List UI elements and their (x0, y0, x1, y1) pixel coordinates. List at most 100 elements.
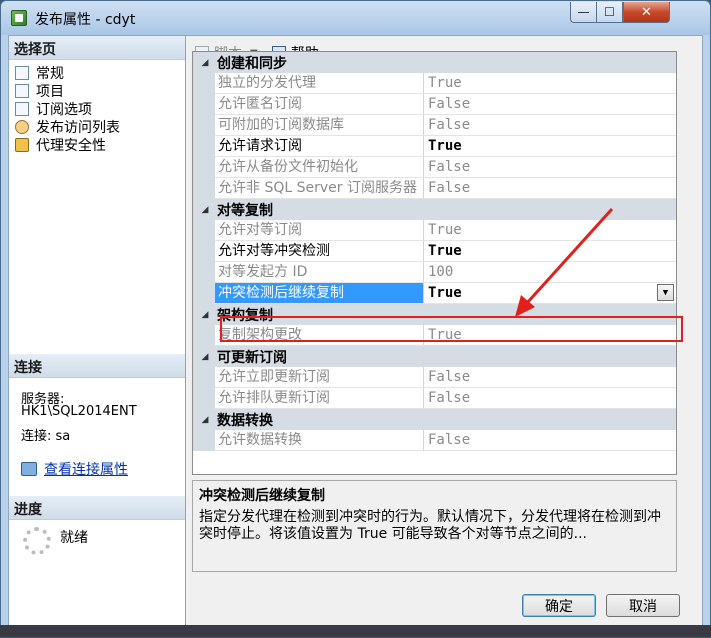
property-row[interactable]: 独立的分发代理 True (215, 73, 676, 94)
left-pane: 选择页 常规 项目 订阅选项 发布访问列表 代理安全性 连接 服务器: HK1\… (9, 36, 186, 625)
property-value-text: False (428, 432, 471, 448)
property-value: False (424, 178, 676, 198)
property-value-text: True (428, 138, 462, 154)
property-name: 允许请求订阅 (215, 136, 424, 156)
property-row[interactable]: 对等发起方 ID 100 (215, 262, 676, 283)
property-row[interactable]: 允许匿名订阅 False (215, 94, 676, 115)
category-name: 数据转换 (217, 412, 273, 429)
page-item-subscription-options[interactable]: 订阅选项 (15, 100, 92, 118)
page-item-access-list[interactable]: 发布访问列表 (15, 118, 120, 136)
property-name: 允许非 SQL Server 订阅服务器 (215, 178, 424, 198)
people-icon (15, 120, 29, 134)
property-value: True (424, 241, 676, 261)
category-row[interactable]: ◢ 可更新订阅 (193, 346, 676, 367)
minimize-button[interactable]: — (570, 2, 597, 23)
category-row[interactable]: ◢ 架构复制 (193, 304, 676, 325)
view-connection-properties-link[interactable]: 查看连接属性 (21, 459, 128, 479)
property-value: False (424, 94, 676, 114)
ok-button[interactable]: 确定 (522, 594, 596, 617)
collapse-icon[interactable]: ◢ (193, 58, 217, 68)
progress-status: 就绪 (60, 530, 88, 546)
property-value: True (424, 220, 676, 240)
property-name: 允许数据转换 (215, 430, 424, 450)
property-row[interactable]: 允许请求订阅 True (215, 136, 676, 157)
property-row[interactable]: 允许非 SQL Server 订阅服务器 False (215, 178, 676, 199)
link-label: 查看连接属性 (44, 462, 128, 478)
property-value-text: True (428, 243, 462, 259)
property-name: 对等发起方 ID (215, 262, 424, 282)
collapse-icon[interactable]: ◢ (193, 352, 217, 362)
property-name: 允许对等订阅 (215, 220, 424, 240)
property-value-text: True (428, 75, 462, 91)
category-row[interactable]: ◢ 创建和同步 (193, 52, 676, 73)
description-panel: 冲突检测后继续复制 指定分发代理在检测到冲突时的行为。默认情况下，分发代理将在检… (192, 480, 677, 572)
property-row[interactable]: 允许数据转换 False (215, 430, 676, 451)
page-label: 代理安全性 (36, 138, 106, 154)
property-name: 允许匿名订阅 (215, 94, 424, 114)
connection-properties-icon (21, 462, 37, 476)
property-value-text: False (428, 369, 471, 385)
page-icon (15, 102, 29, 116)
maximize-button[interactable]: ☐ (596, 2, 623, 23)
property-value-text: False (428, 390, 471, 406)
collapse-icon[interactable]: ◢ (193, 415, 217, 425)
page-item-articles[interactable]: 项目 (15, 82, 64, 100)
category-name: 架构复制 (217, 307, 273, 324)
cancel-button[interactable]: 取消 (606, 594, 680, 617)
property-row[interactable]: 可附加的订阅数据库 False (215, 115, 676, 136)
category-gutter (193, 73, 215, 199)
value-dropdown-icon[interactable]: ▼ (657, 284, 674, 301)
property-value-text: True (428, 285, 462, 301)
progress-header: 进度 (9, 496, 185, 520)
property-value: True (424, 73, 676, 93)
page-item-general[interactable]: 常规 (15, 64, 64, 82)
publication-icon (11, 10, 27, 26)
property-name: 允许立即更新订阅 (215, 367, 424, 387)
property-row[interactable]: 允许对等订阅 True (215, 220, 676, 241)
property-name: 可附加的订阅数据库 (215, 115, 424, 135)
property-row[interactable]: 允许立即更新订阅 False (215, 367, 676, 388)
property-value-text: True (428, 327, 462, 343)
property-value: True (424, 325, 676, 345)
property-value-text: False (428, 159, 471, 175)
property-value[interactable]: True ▼ (424, 283, 676, 303)
page-label: 项目 (36, 84, 64, 100)
category-gutter (193, 220, 215, 304)
lock-icon (15, 138, 29, 152)
property-name: 复制架构更改 (215, 325, 424, 345)
progress-spinner-icon (23, 527, 51, 555)
category-row[interactable]: ◢ 数据转换 (193, 409, 676, 430)
properties-window: 发布属性 - cdyt — ☐ ✕ 选择页 常规 项目 订阅选项 发布访问列表 (0, 0, 711, 637)
property-value: False (424, 388, 676, 408)
property-value: False (424, 115, 676, 135)
property-value: True (424, 136, 676, 156)
property-row[interactable]: 复制架构更改 True (215, 325, 676, 346)
property-value-text: False (428, 180, 471, 196)
taskbar-strip (0, 625, 711, 637)
property-value: False (424, 367, 676, 387)
property-name: 独立的分发代理 (215, 73, 424, 93)
connection-value: 连接: sa (21, 429, 71, 444)
property-row[interactable]: 允许对等冲突检测 True (215, 241, 676, 262)
property-row[interactable]: 冲突检测后继续复制 True ▼ (215, 283, 676, 304)
page-item-agent-security[interactable]: 代理安全性 (15, 136, 106, 154)
property-row[interactable]: 允许从备份文件初始化 False (215, 157, 676, 178)
category-name: 可更新订阅 (217, 349, 287, 366)
category-name: 创建和同步 (217, 55, 287, 72)
category-name: 对等复制 (217, 202, 273, 219)
property-row[interactable]: 允许排队更新订阅 False (215, 388, 676, 409)
property-value-text: 100 (428, 264, 454, 280)
window-title: 发布属性 - cdyt (35, 12, 136, 28)
close-button[interactable]: ✕ (623, 2, 670, 23)
property-grid: ◢ 创建和同步 独立的分发代理 True 允许匿名订阅 False 可附加的订阅数据库 Fal… (192, 51, 677, 475)
description-title: 冲突检测后继续复制 (199, 488, 325, 504)
property-value-text: False (428, 117, 471, 133)
property-name: 允许排队更新订阅 (215, 388, 424, 408)
collapse-icon[interactable]: ◢ (193, 310, 217, 320)
collapse-icon[interactable]: ◢ (193, 205, 217, 215)
category-row[interactable]: ◢ 对等复制 (193, 199, 676, 220)
category-gutter (193, 325, 215, 346)
title-bar: 发布属性 - cdyt — ☐ ✕ (1, 1, 710, 35)
property-value: 100 (424, 262, 676, 282)
page-icon (15, 66, 29, 80)
